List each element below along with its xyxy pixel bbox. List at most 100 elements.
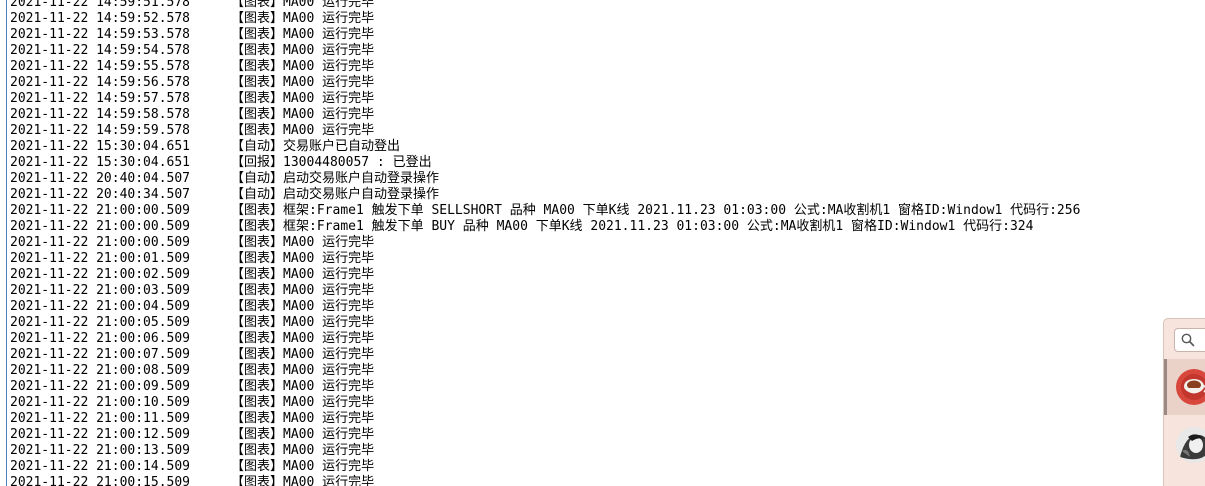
log-time: 2021-11-22 20:40:34.507 <box>10 187 191 202</box>
log-message: MA00 运行完毕 <box>283 475 375 486</box>
log-tag: 【图表】 <box>231 123 284 138</box>
log-row: 2021-11-22 15:30:04.651 【回报】13004480057 :… <box>10 155 1080 171</box>
log-tag: 【图表】 <box>231 0 284 10</box>
log-row: 2021-11-22 21:00:05.509 【图表】MA00 运行完毕 <box>10 315 1080 331</box>
search-icon <box>1181 333 1195 347</box>
log-row: 2021-11-22 21:00:06.509 【图表】MA00 运行完毕 <box>10 331 1080 347</box>
log-row: 2021-11-22 14:59:51.578 【图表】MA00 运行完毕 <box>10 0 1080 11</box>
log-tag: 【图表】 <box>231 43 284 58</box>
log-list[interactable]: 2021-11-22 14:59:51.578 【图表】MA00 运行完毕 202… <box>10 0 1080 486</box>
portrait-avatar <box>1176 427 1205 463</box>
log-message: 框架:Frame1 触发下单 SELLSHORT 品种 MA00 下单K线 20… <box>283 203 1081 218</box>
teacup-avatar <box>1176 369 1205 405</box>
log-message: MA00 运行完毕 <box>283 331 375 346</box>
log-row: 2021-11-22 14:59:57.578 【图表】MA00 运行完毕 <box>10 91 1080 107</box>
log-time: 2021-11-22 21:00:04.509 <box>10 299 191 314</box>
log-message: MA00 运行完毕 <box>283 75 375 90</box>
log-time: 2021-11-22 21:00:13.509 <box>10 443 191 458</box>
log-message: MA00 运行完毕 <box>283 251 375 266</box>
side-contact-item-active[interactable] <box>1164 359 1205 415</box>
log-tag: 【图表】 <box>231 443 284 458</box>
log-tag: 【图表】 <box>231 347 284 362</box>
log-row: 2021-11-22 14:59:55.578 【图表】MA00 运行完毕 <box>10 59 1080 75</box>
log-tag: 【自动】 <box>231 171 284 186</box>
log-time: 2021-11-22 14:59:55.578 <box>10 59 191 74</box>
log-message: MA00 运行完毕 <box>283 427 375 442</box>
log-message: MA00 运行完毕 <box>283 395 375 410</box>
log-tag: 【图表】 <box>231 235 284 250</box>
log-window: 2021-11-22 14:59:51.578 【图表】MA00 运行完毕 202… <box>0 0 1205 486</box>
log-tag: 【图表】 <box>231 11 284 26</box>
log-row: 2021-11-22 21:00:14.509 【图表】MA00 运行完毕 <box>10 459 1080 475</box>
log-time: 2021-11-22 14:59:52.578 <box>10 11 191 26</box>
log-tag: 【图表】 <box>231 91 284 106</box>
log-tag: 【图表】 <box>231 475 284 486</box>
log-row: 2021-11-22 21:00:11.509 【图表】MA00 运行完毕 <box>10 411 1080 427</box>
side-contact-panel <box>1163 318 1205 486</box>
log-message: MA00 运行完毕 <box>283 283 375 298</box>
log-time: 2021-11-22 21:00:02.509 <box>10 267 191 282</box>
log-row: 2021-11-22 21:00:13.509 【图表】MA00 运行完毕 <box>10 443 1080 459</box>
log-message: MA00 运行完毕 <box>283 459 375 474</box>
log-row: 2021-11-22 15:30:04.651 【自动】交易账户已自动登出 <box>10 139 1080 155</box>
log-time: 2021-11-22 15:30:04.651 <box>10 139 191 154</box>
log-tag: 【自动】 <box>231 139 284 154</box>
log-time: 2021-11-22 21:00:06.509 <box>10 331 191 346</box>
log-message: 13004480057 : 已登出 <box>283 155 432 170</box>
log-tag: 【图表】 <box>231 59 284 74</box>
log-time: 2021-11-22 21:00:00.509 <box>10 235 191 250</box>
log-row: 2021-11-22 14:59:58.578 【图表】MA00 运行完毕 <box>10 107 1080 123</box>
log-tag: 【图表】 <box>231 27 284 42</box>
log-tag: 【图表】 <box>231 379 284 394</box>
log-row: 2021-11-22 21:00:09.509 【图表】MA00 运行完毕 <box>10 379 1080 395</box>
log-message: MA00 运行完毕 <box>283 299 375 314</box>
log-time: 2021-11-22 21:00:08.509 <box>10 363 191 378</box>
log-time: 2021-11-22 21:00:07.509 <box>10 347 191 362</box>
log-message: MA00 运行完毕 <box>283 59 375 74</box>
log-time: 2021-11-22 14:59:57.578 <box>10 91 191 106</box>
log-message: MA00 运行完毕 <box>283 27 375 42</box>
log-row: 2021-11-22 21:00:12.509 【图表】MA00 运行完毕 <box>10 427 1080 443</box>
side-contact-item[interactable] <box>1164 417 1205 473</box>
log-message: MA00 运行完毕 <box>283 443 375 458</box>
log-time: 2021-11-22 21:00:09.509 <box>10 379 191 394</box>
log-row: 2021-11-22 21:00:03.509 【图表】MA00 运行完毕 <box>10 283 1080 299</box>
log-tag: 【图表】 <box>231 267 284 282</box>
side-search-box[interactable] <box>1174 328 1205 352</box>
log-time: 2021-11-22 21:00:00.509 <box>10 219 191 234</box>
log-time: 2021-11-22 21:00:11.509 <box>10 411 191 426</box>
log-tag: 【图表】 <box>231 283 284 298</box>
log-row: 2021-11-22 14:59:52.578 【图表】MA00 运行完毕 <box>10 11 1080 27</box>
log-row: 2021-11-22 20:40:34.507 【自动】启动交易账户自动登录操作 <box>10 187 1080 203</box>
log-time: 2021-11-22 14:59:51.578 <box>10 0 191 10</box>
log-time: 2021-11-22 20:40:04.507 <box>10 171 191 186</box>
log-time: 2021-11-22 21:00:14.509 <box>10 459 191 474</box>
log-row: 2021-11-22 21:00:02.509 【图表】MA00 运行完毕 <box>10 267 1080 283</box>
log-message: MA00 运行完毕 <box>283 347 375 362</box>
log-tag: 【图表】 <box>231 299 284 314</box>
log-row: 2021-11-22 21:00:07.509 【图表】MA00 运行完毕 <box>10 347 1080 363</box>
log-time: 2021-11-22 14:59:59.578 <box>10 123 191 138</box>
log-tag: 【图表】 <box>231 331 284 346</box>
log-tag: 【图表】 <box>231 411 284 426</box>
log-message: MA00 运行完毕 <box>283 91 375 106</box>
log-message: 启动交易账户自动登录操作 <box>283 187 440 202</box>
log-message: MA00 运行完毕 <box>283 0 375 10</box>
log-tag: 【图表】 <box>231 459 284 474</box>
log-row: 2021-11-22 14:59:56.578 【图表】MA00 运行完毕 <box>10 75 1080 91</box>
log-row: 2021-11-22 21:00:04.509 【图表】MA00 运行完毕 <box>10 299 1080 315</box>
log-tag: 【图表】 <box>231 219 284 234</box>
log-row: 2021-11-22 21:00:15.509 【图表】MA00 运行完毕 <box>10 475 1080 486</box>
log-message: MA00 运行完毕 <box>283 235 375 250</box>
log-time: 2021-11-22 14:59:54.578 <box>10 43 191 58</box>
log-message: 交易账户已自动登出 <box>283 139 401 154</box>
log-message: 框架:Frame1 触发下单 BUY 品种 MA00 下单K线 2021.11.… <box>283 219 1034 234</box>
log-message: 启动交易账户自动登录操作 <box>283 171 440 186</box>
log-time: 2021-11-22 15:30:04.651 <box>10 155 191 170</box>
log-tag: 【图表】 <box>231 75 284 90</box>
log-row: 2021-11-22 21:00:10.509 【图表】MA00 运行完毕 <box>10 395 1080 411</box>
log-row: 2021-11-22 14:59:54.578 【图表】MA00 运行完毕 <box>10 43 1080 59</box>
log-message: MA00 运行完毕 <box>283 123 375 138</box>
log-message: MA00 运行完毕 <box>283 315 375 330</box>
log-row: 2021-11-22 20:40:04.507 【自动】启动交易账户自动登录操作 <box>10 171 1080 187</box>
